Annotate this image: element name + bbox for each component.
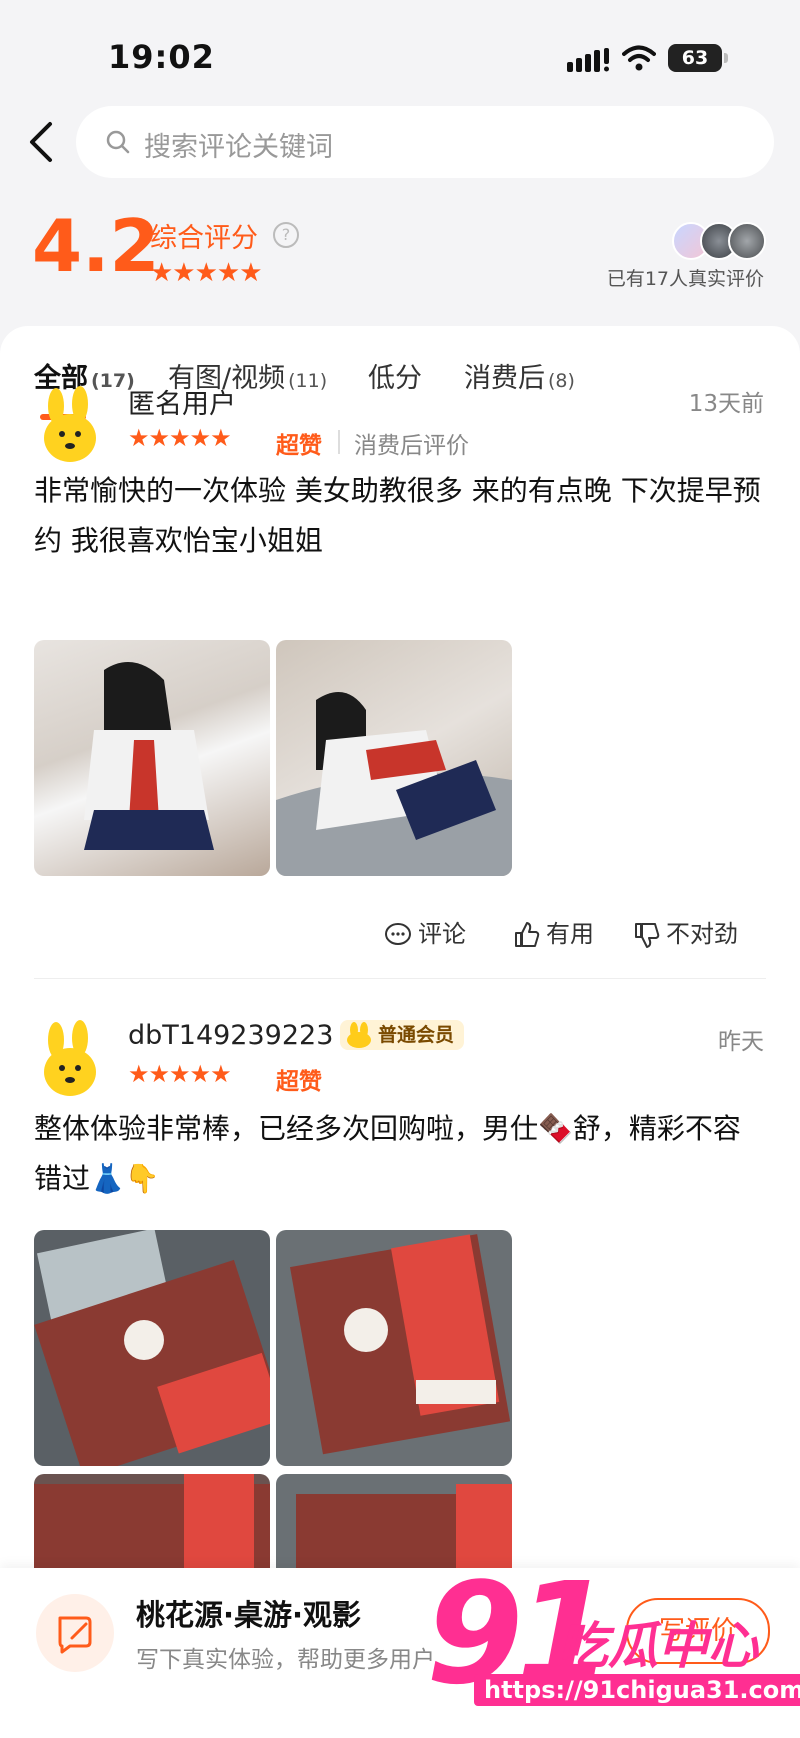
real-review-count: 已有17人真实评价 <box>606 268 764 290</box>
cellular-signal-icon <box>567 48 609 72</box>
write-hint: 写下真实体验，帮助更多用户 <box>136 1647 435 1673</box>
tab-after-purchase[interactable]: 消费后 (8) <box>464 356 575 395</box>
not-right-label: 不对劲 <box>666 920 738 948</box>
overall-score: 4.2 <box>32 204 160 288</box>
review-divider <box>34 978 766 979</box>
divider <box>338 430 340 454</box>
help-icon[interactable]: ? <box>273 222 299 248</box>
back-arrow-icon[interactable] <box>26 120 56 164</box>
review-stars: ★★★★★ <box>128 1060 232 1088</box>
review-photo[interactable] <box>276 1230 512 1466</box>
watermark-url: https://91chigua31.com <box>474 1674 800 1706</box>
thumbs-up-icon <box>515 922 540 947</box>
badge-label: 普通会员 <box>378 1024 455 1046</box>
watermark-text: 吃瓜中心 <box>558 1617 758 1675</box>
search-icon <box>106 130 130 154</box>
photo-figure <box>84 662 214 850</box>
score-label: 综合评分 <box>150 223 258 254</box>
wifi-icon <box>622 45 656 71</box>
review-username[interactable]: dbT149239223 <box>128 1020 333 1051</box>
rabbit-avatar-icon[interactable] <box>36 1020 104 1100</box>
rating-text: 超赞 <box>276 433 322 459</box>
photo-figure <box>276 692 512 876</box>
review-text: 整体体验非常棒，已经多次回购啦，男仕🍫舒，精彩不容错过👗👇 <box>34 1112 741 1195</box>
review-photo[interactable] <box>276 640 512 876</box>
tab-count: (8) <box>548 370 575 392</box>
review-time: 昨天 <box>718 1029 764 1055</box>
thumbs-down-icon <box>635 923 660 948</box>
edit-icon <box>58 1616 92 1654</box>
search-placeholder: 搜索评论关键词 <box>144 132 333 163</box>
shop-name: 桃花源·桌游·观影 <box>136 1598 362 1632</box>
tab-label: 低分 <box>368 363 422 394</box>
useful-label: 有用 <box>546 920 594 948</box>
tab-low-score[interactable]: 低分 <box>368 356 422 395</box>
battery-icon: 63 <box>668 44 722 72</box>
review-actions: 评论 有用 不对劲 <box>384 914 764 950</box>
review-photo[interactable] <box>34 1230 270 1466</box>
photo-book <box>34 1474 270 1574</box>
review-card: 全部 (17) 有图/视频 (11) 低分 消费后 (8) 匿名用户 13天前 ★★★… <box>0 326 800 1738</box>
rabbit-avatar-icon[interactable] <box>36 386 104 466</box>
comment-label: 评论 <box>418 920 466 948</box>
photo-book <box>290 1234 511 1455</box>
tab-count: (11) <box>288 370 328 392</box>
status-bar: 19:02 63 <box>0 0 800 100</box>
photo-book <box>34 1230 270 1466</box>
overall-stars: ★★★★★ <box>150 258 263 288</box>
review-username[interactable]: 匿名用户 <box>128 382 236 421</box>
review-time: 13天前 <box>688 391 764 417</box>
write-review-icon[interactable] <box>36 1594 114 1672</box>
comment-button[interactable]: 评论 <box>384 914 466 949</box>
review-tag: 消费后评价 <box>354 433 469 459</box>
reviewer-avatars <box>672 222 768 260</box>
rating-text: 超赞 <box>276 1069 322 1095</box>
member-badge: 普通会员 <box>340 1020 465 1050</box>
review-stars: ★★★★★ <box>128 424 232 452</box>
watermark: 91 吃瓜中心 https://91chigua31.com <box>420 1560 800 1738</box>
review-text: 非常愉快的一次体验 美女助教很多 来的有点晚 下次提早预约 我很喜欢怡宝小姐姐 <box>34 474 761 557</box>
avatar <box>728 222 766 260</box>
battery-tip <box>724 53 728 63</box>
status-time: 19:02 <box>108 38 215 76</box>
rabbit-badge-icon <box>347 1022 371 1048</box>
comment-icon <box>385 923 411 945</box>
tab-label: 消费后 <box>464 363 545 394</box>
search-input[interactable]: 搜索评论关键词 <box>76 106 774 178</box>
review-photo[interactable] <box>34 1474 270 1574</box>
useful-button[interactable]: 有用 <box>514 914 594 949</box>
review-photo[interactable] <box>34 640 270 876</box>
not-right-button[interactable]: 不对劲 <box>634 914 738 949</box>
